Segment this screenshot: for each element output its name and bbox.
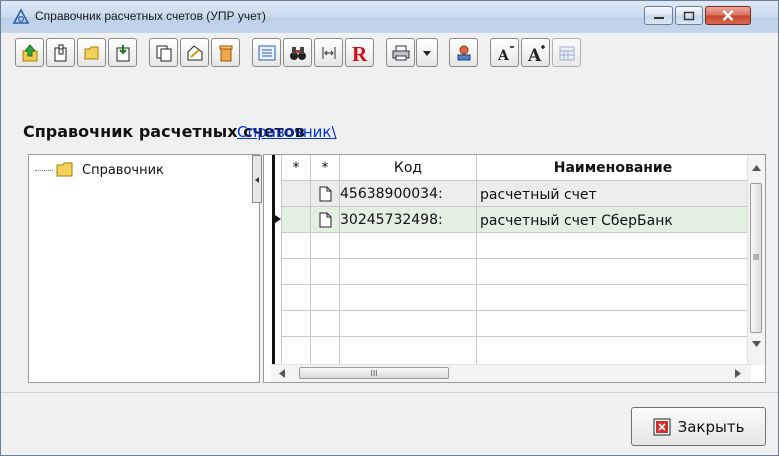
binoculars-icon [289,46,306,60]
increase-font-button[interactable]: A [521,38,550,67]
scroll-right-icon [735,369,741,378]
document-down-icon [116,44,129,61]
new-folder-icon [54,44,66,61]
stamp-icon [457,45,470,60]
cell-name[interactable]: расчетный счет СберБанк [480,208,750,233]
open-folder-button[interactable] [77,38,106,67]
calendar-icon [559,46,574,60]
copy-button[interactable] [149,38,178,67]
scroll-up-icon [752,165,761,171]
close-button-label: Закрыть [677,417,745,436]
breadcrumb-link[interactable]: Справочник\ [237,123,337,141]
scroll-down-icon [752,341,761,347]
column-header-mark1[interactable]: * [283,155,309,180]
calendar-button[interactable] [552,38,581,67]
column-divider [310,155,311,365]
edit-button[interactable] [180,38,209,67]
svg-text:R: R [352,42,368,64]
document-icon [319,212,332,228]
svg-text:A: A [497,48,510,63]
chevron-down-icon [423,50,431,56]
edit-document-icon [187,44,202,60]
up-button[interactable] [15,38,44,67]
maximize-icon [683,11,695,20]
list-view-button[interactable] [252,38,281,67]
scroll-thumb-grip: III [370,368,378,378]
scroll-left-icon [279,369,285,378]
vertical-scroll-thumb[interactable] [750,183,762,333]
decrease-font-button[interactable]: A [490,38,519,67]
copy-icon [156,45,171,61]
horizontal-scroll-thumb[interactable]: III [299,367,449,379]
row-divider [281,336,750,337]
column-header-name[interactable]: Наименование [477,155,749,180]
column-divider [476,155,477,365]
save-button[interactable] [108,38,137,67]
cell-name[interactable]: расчетный счет [480,182,750,207]
up-arrow-folder-icon [22,43,37,61]
trash-icon [219,45,232,61]
font-decrease-icon: A [497,45,514,63]
cell-code[interactable]: 45638900034: [340,181,475,206]
minimize-button[interactable] [644,6,673,25]
window-title: Справочник расчетных счетов (УПР учет) [35,9,266,23]
list-icon [258,45,275,60]
folder-icon [84,46,98,59]
tree-panel: Справочник [28,154,260,383]
tree-connector [35,169,53,171]
print-dropdown-button[interactable] [416,38,438,67]
find-button[interactable] [283,38,312,67]
document-icon [319,186,332,202]
delete-button[interactable] [211,38,240,67]
fit-width-icon [322,46,335,59]
printer-icon [392,45,409,60]
maximize-button[interactable] [675,6,703,25]
print-button[interactable] [386,38,415,67]
row-divider [281,284,750,285]
tree-item-label: Справочник [82,162,164,178]
collapse-arrow-icon [255,177,259,183]
column-divider [281,155,282,365]
minimize-icon [653,16,664,19]
app-window: Справочник расчетных счетов (УПР учет) R… [0,0,779,456]
row-indicator-bar [272,155,275,382]
tree-item-spravochnik[interactable]: Справочник [35,160,164,180]
window-close-button[interactable] [705,6,751,25]
title-bar[interactable]: Справочник расчетных счетов (УПР учет) [1,1,778,33]
new-folder-button[interactable] [46,38,75,67]
vertical-scrollbar[interactable] [747,155,765,365]
report-button[interactable]: R [345,38,374,67]
footer-divider [1,392,778,393]
toolbar: R A A [15,38,779,70]
column-header-mark2[interactable]: * [311,155,339,180]
row-divider [281,258,750,259]
grip-icon [753,254,759,260]
current-row-arrow-icon [275,215,281,223]
folder-icon [56,162,73,177]
svg-text:A: A [527,46,542,63]
splitter-handle[interactable] [252,155,262,203]
export-button[interactable] [449,38,478,67]
horizontal-scrollbar[interactable]: III [271,364,751,382]
close-button[interactable]: Закрыть [631,407,766,446]
accounts-table: * * Код Наименование 45638900034: расчет… [263,154,766,383]
close-icon [722,10,734,21]
cell-code[interactable]: 30245732498: [340,207,475,232]
fit-width-button[interactable] [314,38,343,67]
font-increase-icon: A [527,44,545,63]
r-icon: R [352,42,368,64]
row-divider [281,310,750,311]
app-icon [12,8,30,24]
exit-icon [653,418,671,435]
column-header-code[interactable]: Код [340,155,476,180]
